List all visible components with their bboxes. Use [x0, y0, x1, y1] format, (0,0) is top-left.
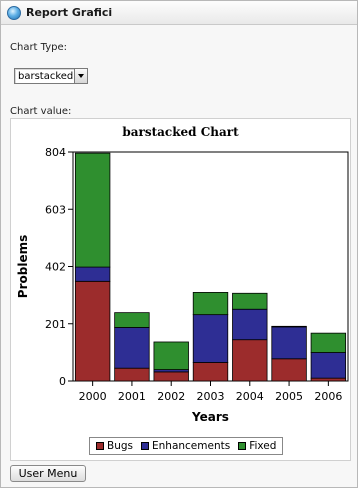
bar-segment-fixed [192, 292, 229, 316]
x-axis-label: Years [191, 410, 229, 424]
bar-segment-fixed [271, 325, 307, 328]
y-tick-label: 402 [45, 261, 66, 274]
legend-label: Fixed [249, 440, 277, 452]
bar-segment-enhancements [232, 308, 268, 341]
bar-segment-fixed [310, 332, 347, 353]
bar-segment-bugs [192, 362, 229, 382]
bar-segment-bugs [271, 358, 307, 382]
y-axis-label: Problems [16, 235, 30, 298]
legend-swatch [141, 442, 149, 450]
x-tick-label: 2002 [157, 390, 185, 403]
chevron-down-icon[interactable] [74, 69, 87, 83]
x-tick-label: 2001 [118, 390, 146, 403]
bar-segment-bugs [232, 339, 268, 382]
x-tick-label: 2000 [79, 390, 107, 403]
chart-container: barstacked Chart 0 201 402 603 804 2000 2001 20… [10, 118, 351, 461]
chart-type-value: barstacked [18, 70, 74, 82]
y-tick-label: 603 [45, 203, 66, 216]
legend-item: Enhancements [141, 440, 230, 452]
bar-segment-enhancements [192, 314, 229, 363]
user-menu-button[interactable]: User Menu [10, 465, 86, 482]
x-tick-label: 2006 [314, 390, 342, 403]
bar-segment-fixed [74, 152, 111, 268]
bar-segment-fixed [153, 341, 189, 371]
bar-segment-enhancements [310, 352, 347, 379]
bar-segment-enhancements [271, 326, 307, 360]
x-tick-label: 2004 [236, 390, 264, 403]
chart-type-select[interactable]: barstacked [14, 68, 88, 84]
y-tick-label: 0 [59, 375, 66, 388]
chart-value-label: Chart value: [10, 106, 72, 117]
chart-type-label: Chart Type: [10, 42, 67, 53]
y-tick-label: 804 [45, 146, 66, 159]
bar-segment-bugs [153, 371, 189, 382]
legend-item: Fixed [238, 440, 276, 452]
bar-segment-fixed [114, 312, 150, 328]
bar-segment-fixed [232, 292, 268, 310]
y-tick-label: 201 [45, 318, 66, 331]
bar-segment-enhancements [74, 266, 111, 282]
bar-segment-bugs [74, 280, 111, 382]
legend-label: Enhancements [152, 440, 231, 452]
bar-segment-enhancements [114, 327, 150, 369]
app-icon [7, 5, 21, 20]
x-tick-label: 2003 [197, 390, 225, 403]
bar-segment-bugs [114, 367, 150, 382]
window-title: Report Grafici [26, 6, 113, 19]
title-bar: Report Grafici [1, 1, 357, 25]
bar-segment-bugs [310, 377, 347, 382]
legend-swatch [238, 442, 247, 450]
legend-swatch [96, 442, 104, 450]
chart-svg: 0 201 402 603 804 2000 2001 2002 2003 2004 2005 200… [16, 146, 349, 424]
chart-legend: Bugs Enhancements Fixed [89, 437, 284, 455]
x-tick-label: 2005 [275, 390, 303, 403]
legend-label: Bugs [107, 440, 133, 452]
legend-item: Bugs [96, 440, 133, 452]
